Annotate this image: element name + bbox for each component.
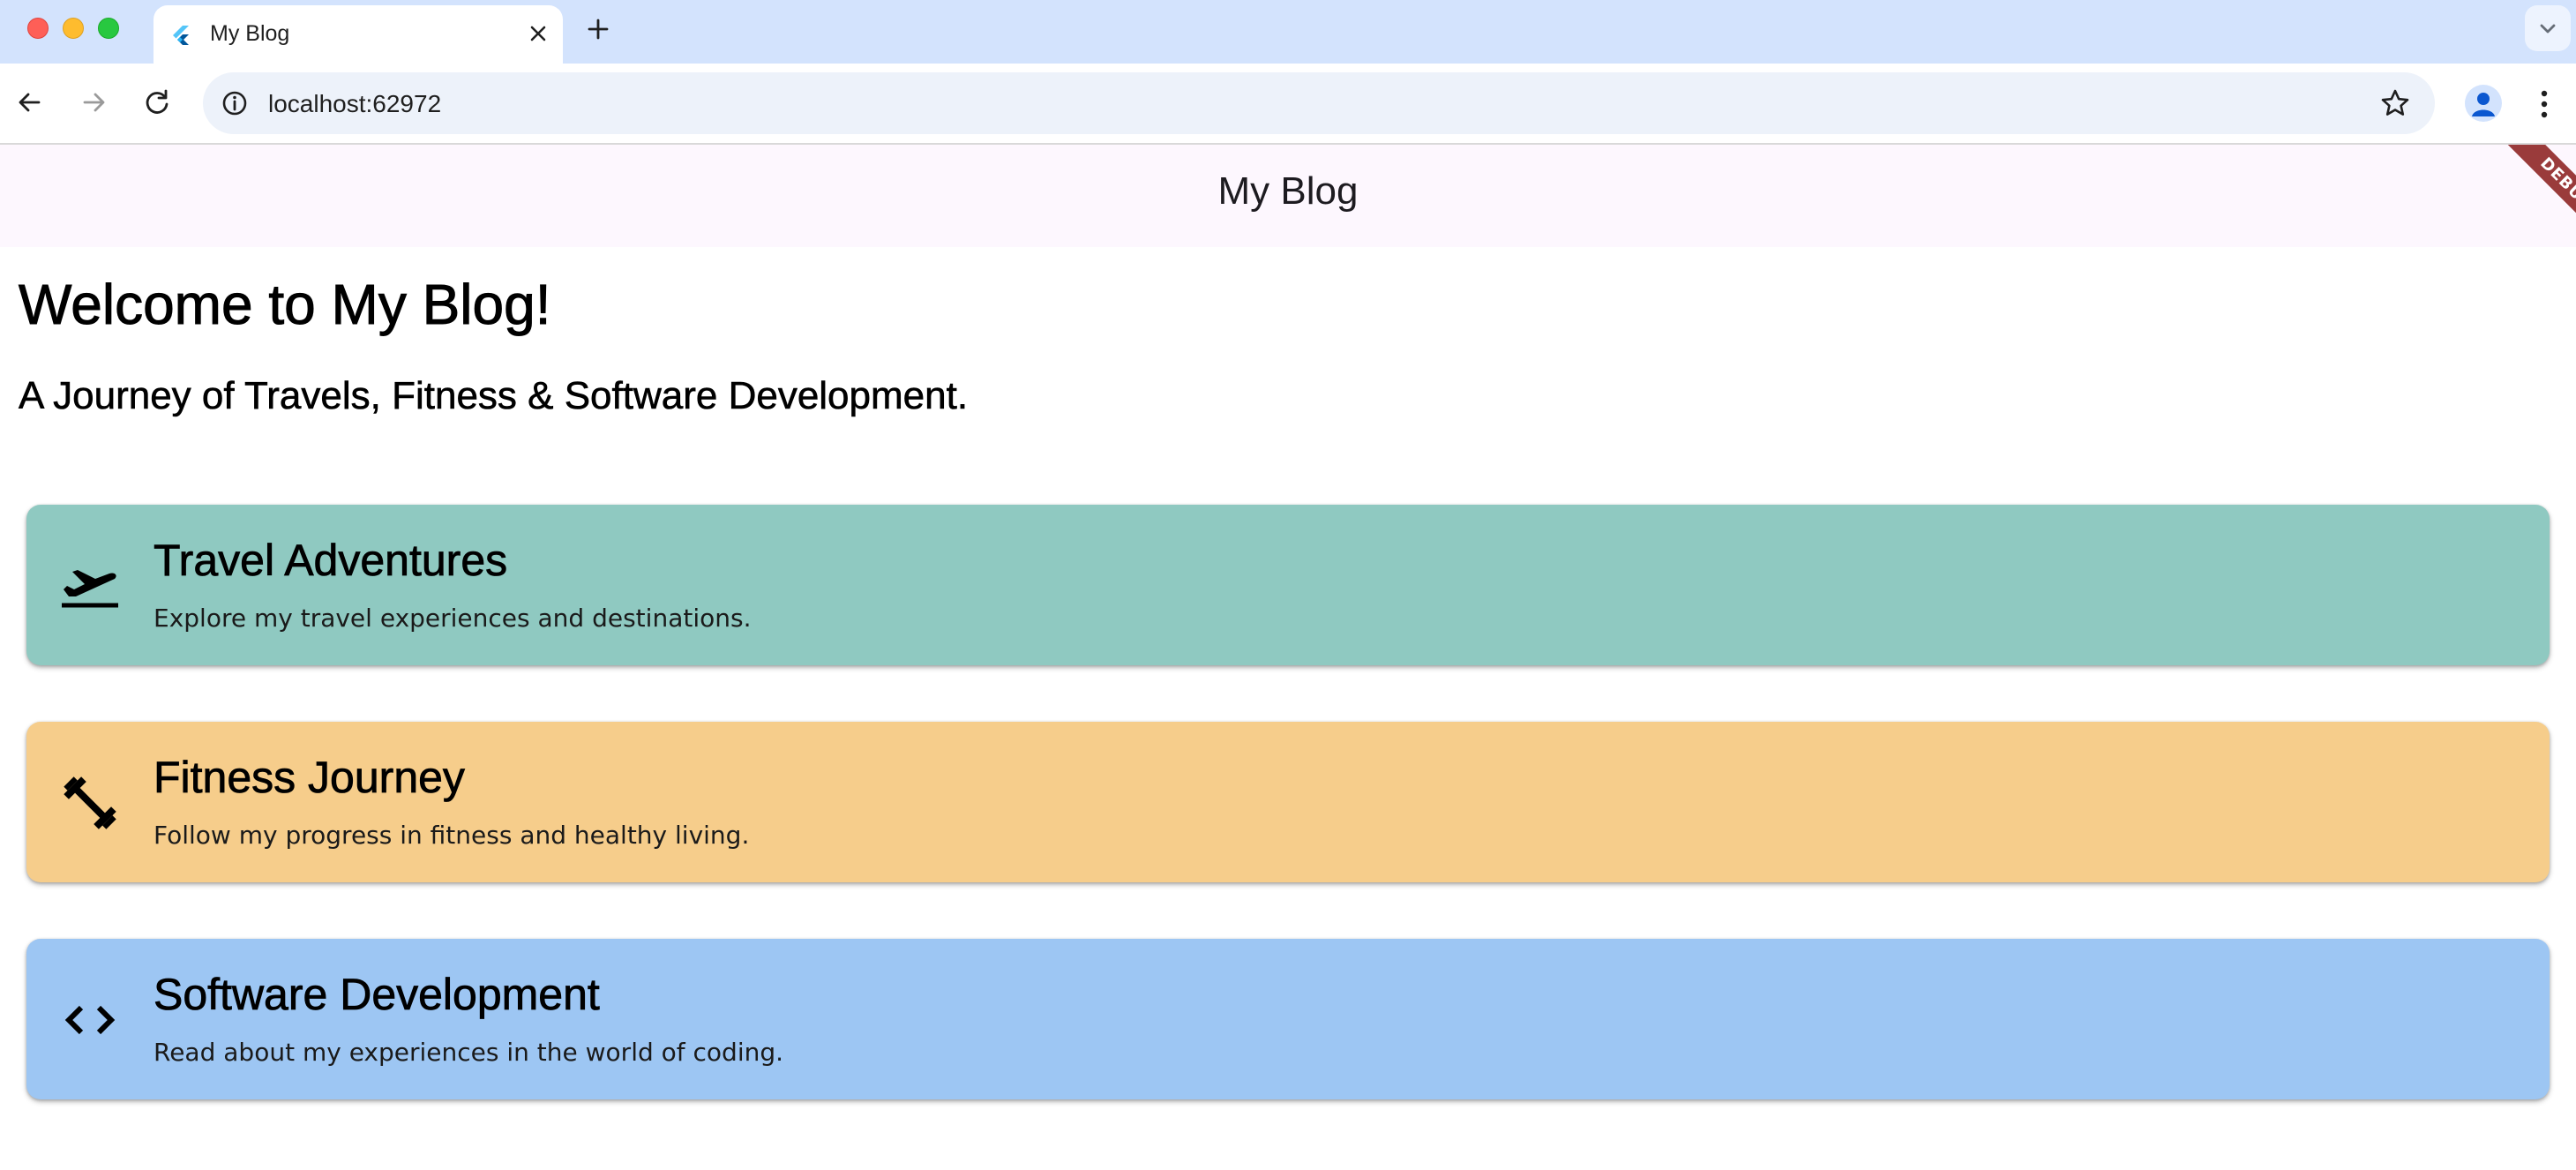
back-arrow-icon[interactable] <box>12 85 48 120</box>
flight-takeoff-icon <box>62 570 118 608</box>
page-subtitle: A Journey of Travels, Fitness & Software… <box>19 374 969 418</box>
card-description: Follow my progress in fitness and health… <box>154 821 750 850</box>
card-travel-adventures[interactable]: Travel Adventures Explore my travel expe… <box>26 505 2550 665</box>
url-text[interactable]: localhost:62972 <box>268 90 441 118</box>
tab-search-button[interactable] <box>2525 5 2571 51</box>
page-title: Welcome to My Blog! <box>18 273 551 337</box>
bookmark-star-icon[interactable] <box>2378 86 2412 120</box>
card-fitness-journey[interactable]: Fitness Journey Follow my progress in fi… <box>26 722 2550 882</box>
profile-avatar[interactable] <box>2465 85 2502 122</box>
window-zoom-button[interactable] <box>98 18 119 39</box>
flutter-logo-icon <box>173 26 189 45</box>
card-software-development[interactable]: Software Development Read about my exper… <box>26 939 2550 1099</box>
browser-tab[interactable]: My Blog <box>154 5 563 64</box>
new-tab-icon[interactable] <box>583 14 613 44</box>
tab-strip: My Blog <box>0 0 2576 64</box>
card-description: Read about my experiences in the world o… <box>154 1038 784 1067</box>
fitness-center-icon <box>64 776 116 829</box>
card-title: Fitness Journey <box>154 753 466 803</box>
person-icon <box>2472 93 2495 116</box>
debug-banner: DEBUG <box>2470 145 2576 251</box>
window-minimize-button[interactable] <box>63 18 84 39</box>
reload-icon[interactable] <box>139 85 175 120</box>
app-bar-title: My Blog <box>1217 169 1359 213</box>
site-info-icon[interactable] <box>219 87 251 119</box>
code-icon <box>64 1005 116 1035</box>
card-title: Software Development <box>154 970 601 1020</box>
window-close-button[interactable] <box>27 18 49 39</box>
tab-title: My Blog <box>210 21 290 46</box>
address-bar[interactable]: localhost:62972 <box>203 72 2435 134</box>
chevron-down-icon <box>2540 24 2556 34</box>
more-vert-icon[interactable] <box>2530 86 2558 122</box>
forward-arrow-icon[interactable] <box>76 85 111 120</box>
card-title: Travel Adventures <box>154 536 508 586</box>
browser-toolbar: localhost:62972 <box>0 64 2576 145</box>
app-bar: My Blog <box>0 145 2576 247</box>
card-description: Explore my travel experiences and destin… <box>154 604 752 633</box>
close-icon[interactable] <box>524 19 552 48</box>
debug-banner-label: DEBUG <box>2504 145 2576 247</box>
